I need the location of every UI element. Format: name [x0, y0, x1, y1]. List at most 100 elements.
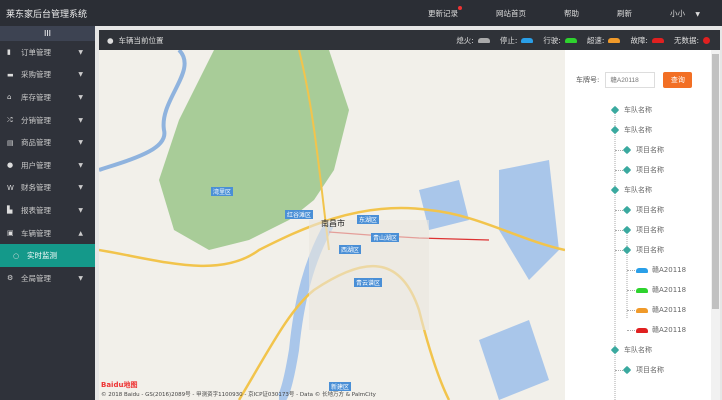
- legend-item: 超速:: [587, 35, 621, 46]
- car-icon: [651, 38, 664, 43]
- tree-node-label: 车队名称: [624, 186, 652, 194]
- scrollbar[interactable]: [711, 50, 720, 400]
- sidebar-item[interactable]: ▙ 报表管理 ▼: [0, 199, 95, 222]
- tag-icon: [622, 225, 632, 235]
- sidebar-item[interactable]: ▬ 采购管理 ▼: [0, 64, 95, 87]
- car-icon: [477, 38, 490, 43]
- sidebar-item-label: 财务管理: [21, 183, 51, 193]
- tree-node-label: 项目名称: [636, 226, 664, 234]
- main-panel: ● 车辆当前位置 熄火: 停止: 行驶: 超速: 故障: 无数据: 南昌市 红谷滩区 东湖…: [99, 30, 720, 400]
- briefcase-icon: ▬: [7, 70, 14, 79]
- user-menu[interactable]: 小小 ▼: [670, 8, 700, 19]
- car-icon: [521, 38, 534, 43]
- tree-node-label: 项目名称: [636, 206, 664, 214]
- caret-down-icon: ▼: [78, 139, 83, 147]
- sidebar-item-label: 采购管理: [21, 70, 51, 80]
- tag-icon: [622, 145, 632, 155]
- user-icon: ●: [7, 161, 14, 170]
- sidebar-item[interactable]: ⌂ 库存管理 ▼: [0, 86, 95, 109]
- map-pin-icon: ●: [107, 35, 114, 45]
- car-icon: [636, 307, 648, 313]
- tag-icon: [610, 105, 620, 115]
- sidebar-item[interactable]: W 财务管理 ▼: [0, 177, 95, 200]
- scrollbar-thumb[interactable]: [712, 54, 719, 309]
- fleet-node[interactable]: 车队名称: [610, 185, 652, 195]
- project-node[interactable]: 项目名称: [615, 165, 664, 175]
- map[interactable]: 南昌市 红谷滩区 东湖区 青山湖区 西湖区 青云谱区 新建区 湾里区 Baidu…: [99, 50, 565, 400]
- legend-item: 无数据:: [674, 35, 710, 46]
- map-label: 西湖区: [339, 245, 362, 254]
- won-icon: W: [7, 183, 14, 192]
- sidebar-item[interactable]: ▣ 车辆管理 ▲: [0, 222, 95, 245]
- project-node[interactable]: 项目名称: [615, 365, 664, 375]
- fleet-node[interactable]: 车队名称: [610, 345, 652, 355]
- nav-home[interactable]: 网站首页: [496, 8, 526, 19]
- car-icon: [608, 38, 621, 43]
- vehicle-node[interactable]: 赣A20118: [627, 325, 686, 335]
- map-label: 湾里区: [211, 187, 234, 196]
- nav-help[interactable]: 帮助: [564, 8, 579, 19]
- tag-icon: [622, 365, 632, 375]
- fleet-node[interactable]: 车队名称: [610, 125, 652, 135]
- car-icon: ▣: [7, 229, 14, 238]
- print-icon: ▤: [7, 138, 14, 147]
- sidebar-item[interactable]: ● 用户管理 ▼: [0, 154, 95, 177]
- sidebar-item[interactable]: ⚙ 全局管理 ▼: [0, 267, 95, 290]
- sidebar-item-label: 订单管理: [21, 47, 51, 57]
- tag-icon: [610, 185, 620, 195]
- notification-dot: [457, 5, 462, 10]
- caret-down-icon: ▼: [695, 10, 700, 18]
- sidebar-subitem-monitor[interactable]: ○ 实时监测: [0, 244, 95, 267]
- sidebar-item[interactable]: ▤ 商品管理 ▼: [0, 131, 95, 154]
- app-title: 莱东家后台管理系统: [6, 9, 88, 20]
- tree-node-label: 项目名称: [636, 246, 664, 254]
- nav-refresh[interactable]: 刷新: [617, 8, 632, 19]
- car-icon: [636, 287, 648, 293]
- tree-node-label: 赣A20118: [652, 266, 687, 274]
- caret-down-icon: ▼: [78, 93, 83, 101]
- lake: [499, 160, 559, 280]
- tree-connector: [627, 309, 635, 311]
- tree-node-label: 赣A20118: [652, 286, 687, 294]
- status-legend: 熄火: 停止: 行驶: 超速: 故障: 无数据:: [446, 35, 710, 46]
- caret-down-icon: ▼: [78, 48, 83, 56]
- nav-changelog[interactable]: 更新记录: [428, 5, 462, 19]
- tree-node-label: 车队名称: [624, 346, 652, 354]
- tree-node-label: 赣A20118: [652, 326, 687, 334]
- map-label: 青云谱区: [354, 278, 383, 287]
- cogs-icon: ⚙: [7, 274, 14, 283]
- vehicle-node[interactable]: 赣A20118: [627, 305, 686, 315]
- vehicle-node[interactable]: 赣A20118: [627, 265, 686, 275]
- file-icon: ▮: [7, 48, 11, 57]
- legend-item: 行驶:: [543, 35, 577, 46]
- car-icon: [636, 327, 648, 333]
- tree-node-label: 车队名称: [624, 126, 652, 134]
- sidebar-item-label: 库存管理: [21, 92, 51, 102]
- sidebar-item-label: 全局管理: [21, 273, 51, 283]
- tree-node-label: 赣A20118: [652, 306, 687, 314]
- top-bar: 莱东家后台管理系统 更新记录 网站首页 帮助 刷新 小小 ▼: [0, 0, 722, 26]
- sidebar-item[interactable]: ⤮ 分销管理 ▼: [0, 109, 95, 132]
- vehicle-node[interactable]: 赣A20118: [627, 285, 686, 295]
- project-node[interactable]: 项目名称: [615, 245, 664, 255]
- sidebar-item-label: 分销管理: [21, 115, 51, 125]
- tree-connector: [627, 329, 635, 331]
- map-label: 东湖区: [357, 215, 380, 224]
- panel-title: 车辆当前位置: [118, 35, 164, 45]
- sidebar: III ▮ 订单管理 ▼ ▬ 采购管理 ▼ ⌂ 库存管理 ▼ ⤮ 分销管理 ▼ ▤ 商品管理 ▼ ● 用户管理 ▼…: [0, 26, 95, 400]
- caret-down-icon: ▼: [78, 184, 83, 192]
- car-icon: [564, 38, 577, 43]
- tree-node-label: 项目名称: [636, 146, 664, 154]
- tree-node-label: 车队名称: [624, 106, 652, 114]
- sidebar-item[interactable]: ▮ 订单管理 ▼: [0, 41, 95, 64]
- sidebar-toggle[interactable]: III: [0, 26, 95, 41]
- sidebar-item-label: 车辆管理: [21, 228, 51, 238]
- fleet-node[interactable]: 车队名称: [610, 105, 652, 115]
- circle-icon: ○: [13, 251, 20, 260]
- map-label: 红谷滩区: [285, 210, 314, 219]
- project-node[interactable]: 项目名称: [615, 145, 664, 155]
- tree-node-label: 项目名称: [636, 366, 664, 374]
- project-node[interactable]: 项目名称: [615, 225, 664, 235]
- sidebar-item-label: 用户管理: [21, 160, 51, 170]
- project-node[interactable]: 项目名称: [615, 205, 664, 215]
